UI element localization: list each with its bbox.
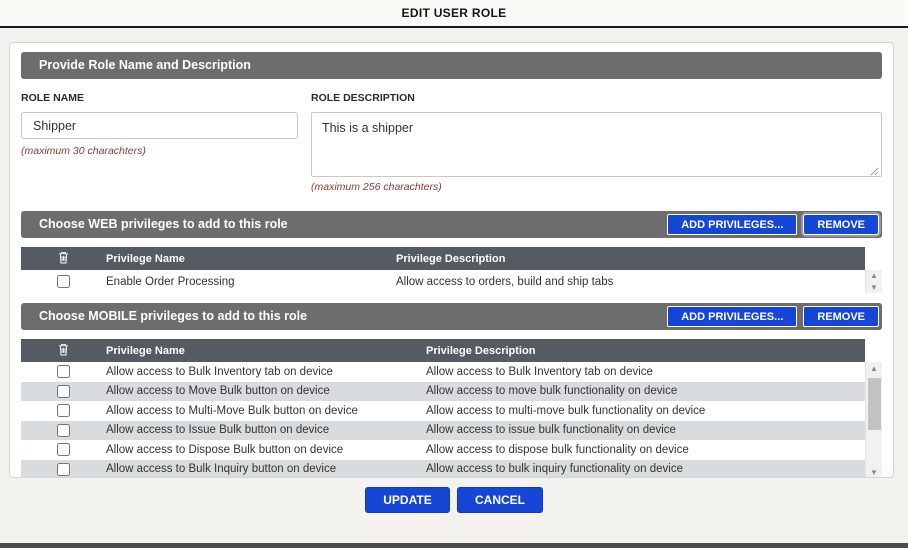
trash-icon — [58, 251, 69, 267]
privilege-name-cell: Allow access to Bulk Inquiry button on d… — [106, 463, 337, 476]
web-privileges-table: Privilege Name Privilege Description Ena… — [21, 247, 882, 293]
row-select-cell — [21, 462, 106, 476]
privilege-description-cell: Allow access to dispose bulk functionali… — [426, 443, 689, 456]
resize-handle-icon[interactable] — [869, 163, 879, 176]
form-actions: UPDATE CANCEL — [0, 487, 908, 513]
mobile-add-privileges-button[interactable]: ADD PRIVILEGES... — [667, 306, 798, 327]
row-select-cell — [21, 384, 106, 398]
role-description-field-group: ROLE DESCRIPTION This is a shipper (maxi… — [311, 92, 882, 193]
row-select-cell — [21, 443, 106, 457]
row-checkbox[interactable] — [57, 384, 70, 398]
web-table-scrollbar[interactable]: ▲ ▼ — [865, 270, 882, 293]
privilege-description-cell: Allow access to move bulk functionality … — [426, 385, 678, 398]
row-checkbox[interactable] — [57, 404, 70, 418]
down-arrow-icon[interactable]: ▼ — [866, 467, 882, 477]
role-description-label: ROLE DESCRIPTION — [311, 92, 415, 104]
page-title: EDIT USER ROLE — [0, 0, 908, 28]
table-row: Allow access to Dispose Bulk button on d… — [21, 440, 865, 460]
row-select-cell — [21, 423, 106, 437]
privilege-description-cell: Allow access to Bulk Inventory tab on de… — [426, 365, 653, 378]
table-row: Enable Order Processing Allow access to … — [21, 270, 865, 293]
mobile-table-scrollbar[interactable]: ▲ ▼ — [865, 362, 882, 477]
row-checkbox[interactable] — [57, 275, 70, 288]
privilege-description-cell: Allow access to multi-move bulk function… — [426, 404, 706, 417]
trash-icon — [58, 343, 69, 359]
privilege-name-cell: Allow access to Multi-Move Bulk button o… — [106, 404, 358, 417]
privilege-name-header: Privilege Name — [106, 344, 185, 357]
web-add-privileges-button[interactable]: ADD PRIVILEGES... — [667, 214, 798, 235]
privilege-name-cell: Allow access to Issue Bulk button on dev… — [106, 424, 330, 437]
row-select-cell — [21, 404, 106, 418]
section-role-name-description: Provide Role Name and Description — [21, 52, 882, 79]
privilege-description-cell: Allow access to orders, build and ship t… — [396, 275, 614, 288]
up-arrow-icon[interactable]: ▲ — [866, 363, 882, 374]
section-title: Choose WEB privileges to add to this rol… — [39, 217, 288, 231]
table-row: Allow access to Move Bulk button on devi… — [21, 381, 865, 401]
up-arrow-icon[interactable]: ▲ — [866, 270, 882, 281]
row-select-cell — [21, 365, 106, 379]
role-name-input[interactable] — [21, 112, 298, 139]
bottom-border-bar — [0, 543, 908, 548]
table-row: Allow access to Multi-Move Bulk button o… — [21, 401, 865, 421]
privilege-name-cell: Enable Order Processing — [106, 275, 235, 288]
privilege-name-cell: Allow access to Bulk Inventory tab on de… — [106, 365, 333, 378]
row-checkbox[interactable] — [57, 462, 70, 476]
row-checkbox[interactable] — [57, 443, 70, 457]
role-name-field-group: ROLE NAME (maximum 30 charachters) — [21, 92, 311, 193]
mobile-table-body: Allow access to Bulk Inventory tab on de… — [21, 362, 865, 477]
section-title: Choose MOBILE privileges to add to this … — [39, 309, 308, 323]
privilege-description-cell: Allow access to issue bulk functionality… — [426, 424, 676, 437]
role-form-row: ROLE NAME (maximum 30 charachters) ROLE … — [21, 92, 882, 193]
role-name-max-note: (maximum 30 charachters) — [21, 145, 146, 157]
mobile-table-header: Privilege Name Privilege Description — [21, 339, 865, 362]
privilege-name-cell: Allow access to Dispose Bulk button on d… — [106, 443, 344, 456]
section-mobile-privileges: Choose MOBILE privileges to add to this … — [21, 303, 882, 330]
section-web-privileges: Choose WEB privileges to add to this rol… — [21, 211, 882, 238]
cancel-button[interactable]: CANCEL — [457, 487, 543, 513]
web-remove-button[interactable]: REMOVE — [803, 214, 879, 235]
mobile-privileges-table: Privilege Name Privilege Description All… — [21, 339, 882, 477]
table-row: Allow access to Issue Bulk button on dev… — [21, 420, 865, 440]
update-button[interactable]: UPDATE — [365, 487, 450, 513]
privilege-description-cell: Allow access to bulk inquiry functionali… — [426, 463, 683, 476]
privilege-description-header: Privilege Description — [426, 344, 536, 357]
edit-role-panel: Provide Role Name and Description ROLE N… — [9, 42, 894, 478]
delete-column-header — [21, 251, 106, 267]
section-title: Provide Role Name and Description — [39, 58, 251, 72]
role-description-input[interactable]: This is a shipper — [311, 112, 882, 177]
role-description-max-note: (maximum 256 charachters) — [311, 181, 442, 193]
mobile-remove-button[interactable]: REMOVE — [803, 306, 879, 327]
table-row: Allow access to Bulk Inventory tab on de… — [21, 362, 865, 382]
scrollbar-thumb[interactable] — [868, 378, 881, 430]
web-table-body: Enable Order Processing Allow access to … — [21, 270, 865, 293]
privilege-name-header: Privilege Name — [106, 252, 185, 265]
web-table-header: Privilege Name Privilege Description — [21, 247, 865, 270]
row-checkbox[interactable] — [57, 365, 70, 379]
privilege-name-cell: Allow access to Move Bulk button on devi… — [106, 385, 330, 398]
privilege-description-header: Privilege Description — [396, 252, 506, 265]
table-row: Allow access to Bulk Inquiry button on d… — [21, 459, 865, 477]
row-select-cell — [21, 275, 106, 288]
delete-column-header — [21, 343, 106, 359]
row-checkbox[interactable] — [57, 423, 70, 437]
down-arrow-icon[interactable]: ▼ — [866, 282, 882, 293]
role-name-label: ROLE NAME — [21, 92, 84, 104]
